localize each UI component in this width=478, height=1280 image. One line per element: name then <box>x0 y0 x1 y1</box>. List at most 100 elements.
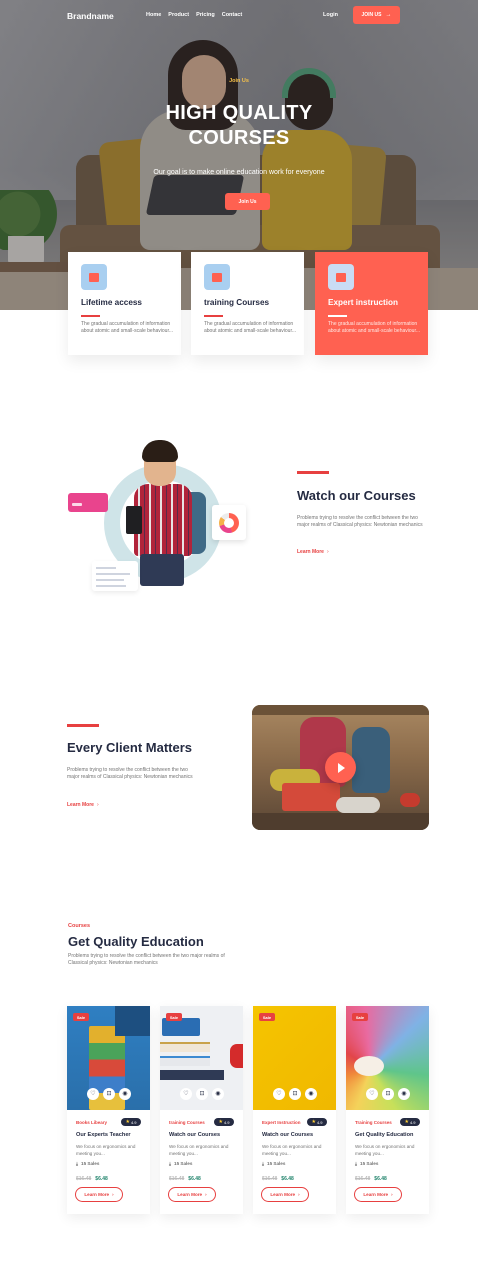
watch-courses-title: Watch our Courses <box>297 488 416 503</box>
heart-icon[interactable]: ♡ <box>273 1088 285 1100</box>
learn-more-button[interactable]: Learn More › <box>354 1187 402 1202</box>
nav-link-product[interactable]: Product <box>168 12 189 18</box>
sale-badge: Sale <box>259 1013 275 1021</box>
course-category[interactable]: Expert Instruction <box>262 1120 301 1125</box>
download-icon: ⤓ <box>262 1161 265 1166</box>
nav-links: Home Product Pricing Contact <box>146 12 242 18</box>
learn-more-label: Learn More <box>297 549 324 555</box>
new-price: $6.48 <box>188 1176 201 1182</box>
cart-icon[interactable]: ⊡ <box>289 1088 301 1100</box>
feature-divider <box>328 315 347 317</box>
heart-icon[interactable]: ♡ <box>366 1088 378 1100</box>
course-category[interactable]: Books Libeary <box>76 1120 107 1125</box>
learn-more-label: Learn More <box>270 1192 296 1197</box>
feature-divider <box>204 315 223 317</box>
course-description: We focus on ergonomics and meeting you..… <box>169 1144 229 1156</box>
donut-chart-icon <box>219 513 239 533</box>
course-description: We focus on ergonomics and meeting you..… <box>262 1144 322 1156</box>
video-shoes <box>336 797 380 813</box>
card-action-icons: ♡ ⊡ ◉ <box>366 1088 410 1100</box>
feature-text: The gradual accumulation of information … <box>81 321 173 334</box>
course-sales: ⤓ 15 Sales <box>169 1161 192 1166</box>
monitor-icon <box>81 264 107 290</box>
sale-badge: Sale <box>352 1013 368 1021</box>
course-description: We focus on ergonomics and meeting you..… <box>355 1144 415 1156</box>
course-prices: $16.48 $6.48 <box>76 1176 108 1182</box>
student-book <box>126 506 142 534</box>
eye-icon[interactable]: ◉ <box>398 1088 410 1100</box>
nav-link-contact[interactable]: Contact <box>222 12 242 18</box>
course-sales: ⤓ 15 Sales <box>262 1161 285 1166</box>
login-link[interactable]: Login <box>323 12 338 18</box>
cart-icon[interactable]: ⊡ <box>196 1088 208 1100</box>
chevron-right-icon: › <box>205 1192 207 1197</box>
client-title: Every Client Matters <box>67 740 192 755</box>
course-title[interactable]: Watch our Courses <box>262 1132 313 1138</box>
hero-eyebrow: Join Us <box>229 78 249 84</box>
course-title[interactable]: Watch our Courses <box>169 1132 220 1138</box>
feature-card-training-courses[interactable]: training Courses The gradual accumulatio… <box>191 252 304 355</box>
sales-count: 15 Sales <box>360 1161 379 1166</box>
feature-divider <box>81 315 100 317</box>
section-accent-bar <box>67 724 99 727</box>
cart-icon[interactable]: ⊡ <box>382 1088 394 1100</box>
learn-more-button[interactable]: Learn More › <box>261 1187 309 1202</box>
feature-card-lifetime-access[interactable]: Lifetime access The gradual accumulation… <box>68 252 181 355</box>
nav-link-pricing[interactable]: Pricing <box>196 12 215 18</box>
student-legs <box>140 554 184 586</box>
new-price: $6.48 <box>95 1176 108 1182</box>
eye-icon[interactable]: ◉ <box>119 1088 131 1100</box>
video-apples <box>400 793 420 807</box>
course-title[interactable]: Get Quality Education <box>355 1132 413 1138</box>
course-card[interactable]: Sale ♡ ⊡ ◉ Books Libeary ★ 4.9 Our Expert… <box>67 1006 150 1214</box>
chevron-right-icon: › <box>391 1192 393 1197</box>
student-hair <box>142 440 178 462</box>
watch-courses-text: Problems trying to resolve the conflict … <box>297 515 423 528</box>
rating-badge: ★ 4.9 <box>214 1118 234 1126</box>
course-card[interactable]: Sale ♡ ⊡ ◉ Expert Instruction ★ 4.9 Watch… <box>253 1006 336 1214</box>
rating-value: 4.9 <box>316 1119 323 1125</box>
course-category[interactable]: Training Courses <box>355 1120 392 1125</box>
learn-more-button[interactable]: Learn More › <box>168 1187 216 1202</box>
rating-badge: ★ 4.9 <box>121 1118 141 1126</box>
eye-icon[interactable]: ◉ <box>305 1088 317 1100</box>
course-prices: $16.48 $6.48 <box>355 1176 387 1182</box>
star-icon: ★ <box>311 1119 316 1125</box>
video-lunchbox <box>282 783 340 811</box>
sale-badge: Sale <box>73 1013 89 1021</box>
watch-learn-more-link[interactable]: Learn More › <box>297 549 329 555</box>
feature-title: Lifetime access <box>81 298 142 307</box>
brand-logo[interactable]: Brandname <box>67 11 114 21</box>
card-action-icons: ♡ ⊡ ◉ <box>87 1088 131 1100</box>
learn-more-label: Learn More <box>363 1192 389 1197</box>
feature-card-expert-instruction[interactable]: Expert instruction The gradual accumulat… <box>315 252 428 355</box>
arrow-right-icon: → <box>385 12 392 18</box>
stats-card <box>68 493 108 512</box>
client-learn-more-link[interactable]: Learn More › <box>67 802 99 808</box>
book-icon <box>328 264 354 290</box>
student-shirt <box>134 484 192 556</box>
heart-icon[interactable]: ♡ <box>87 1088 99 1100</box>
card-action-icons: ♡ ⊡ ◉ <box>180 1088 224 1100</box>
chevron-right-icon: › <box>112 1192 114 1197</box>
course-title[interactable]: Our Experts Teacher <box>76 1132 131 1138</box>
eye-icon[interactable]: ◉ <box>212 1088 224 1100</box>
play-button[interactable] <box>325 752 356 783</box>
feature-title: training Courses <box>204 298 270 307</box>
hero-join-button[interactable]: Join Us <box>225 193 270 210</box>
cart-icon[interactable]: ⊡ <box>103 1088 115 1100</box>
heart-icon[interactable]: ♡ <box>180 1088 192 1100</box>
learn-more-button[interactable]: Learn More › <box>75 1187 123 1202</box>
sale-badge: Sale <box>166 1013 182 1021</box>
course-card[interactable]: Sale ♡ ⊡ ◉ training Courses ★ 4.9 Watch o… <box>160 1006 243 1214</box>
nav-link-home[interactable]: Home <box>146 12 161 18</box>
course-category[interactable]: training Courses <box>169 1120 205 1125</box>
join-us-button[interactable]: JOIN US → <box>353 6 400 24</box>
bag-icon <box>204 264 230 290</box>
download-icon: ⤓ <box>169 1161 172 1166</box>
course-description: We focus on ergonomics and meeting you..… <box>76 1144 136 1156</box>
star-icon: ★ <box>218 1119 223 1125</box>
new-price: $6.48 <box>374 1176 387 1182</box>
section-accent-bar <box>297 471 329 474</box>
course-card[interactable]: Sale ♡ ⊡ ◉ Training Courses ★ 4.9 Get Qua… <box>346 1006 429 1214</box>
